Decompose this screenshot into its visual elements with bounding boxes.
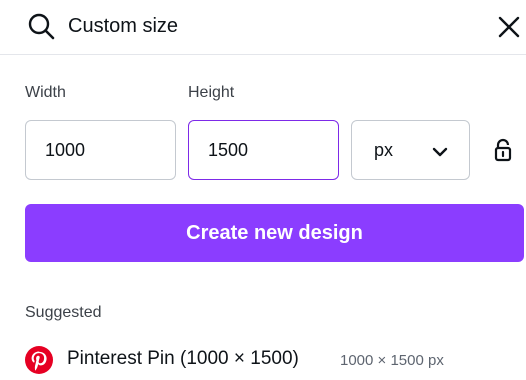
- search-bar: Custom size: [0, 0, 526, 55]
- width-label: Width: [25, 84, 66, 101]
- suggested-item[interactable]: Pinterest Pin (1000 × 1500) 1000 × 1500 …: [25, 344, 525, 380]
- height-label: Height: [188, 84, 235, 101]
- unit-select[interactable]: px: [351, 120, 470, 180]
- close-icon[interactable]: [494, 12, 524, 42]
- unit-value: px: [374, 140, 394, 160]
- create-new-design-button[interactable]: Create new design: [25, 204, 524, 262]
- width-field[interactable]: [25, 120, 176, 180]
- suggested-heading: Suggested: [25, 304, 102, 321]
- search-input[interactable]: Custom size: [68, 13, 178, 39]
- suggested-item-name: Pinterest Pin (1000 × 1500): [67, 348, 299, 369]
- lock-icon[interactable]: [492, 137, 514, 163]
- search-icon[interactable]: [24, 9, 60, 45]
- suggested-item-dimensions: 1000 × 1500 px: [340, 352, 444, 369]
- pinterest-icon: [25, 346, 53, 374]
- height-field[interactable]: [188, 120, 339, 180]
- chevron-down-icon: [432, 147, 448, 157]
